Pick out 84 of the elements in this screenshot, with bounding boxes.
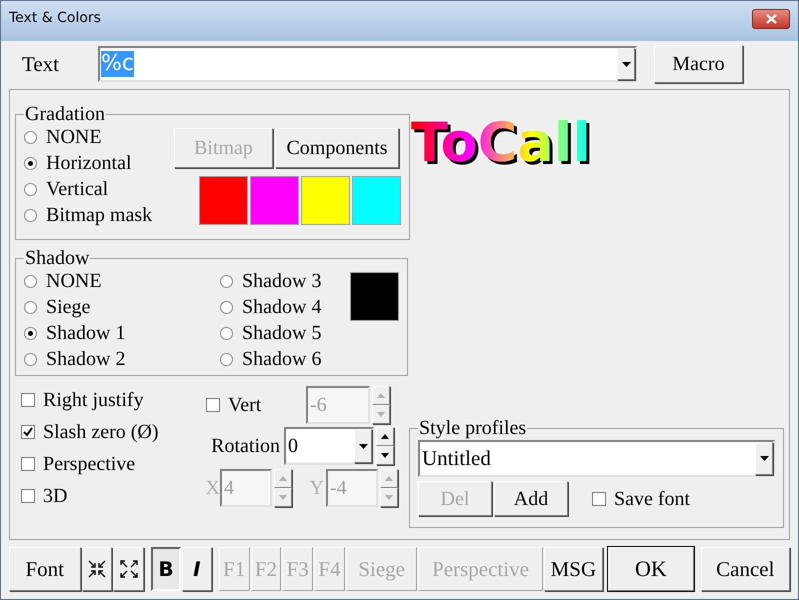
color-swatch[interactable] [301,176,350,225]
checkbox[interactable] [21,393,35,407]
radio-button[interactable] [24,130,37,144]
up-arrow-icon [381,434,389,439]
radio-label: Shadow 4 [242,297,322,317]
up-arrow-icon [377,393,385,398]
ok-button[interactable]: OK [608,547,694,591]
expand-button[interactable] [113,547,144,591]
text-value: %c [101,51,134,77]
radio-button[interactable] [24,182,37,196]
up-arrow-icon [385,476,393,481]
toolbar-button[interactable]: MSG [544,547,604,591]
group-title: Gradation [24,104,106,124]
y-label: Y [308,478,325,498]
text-label: Text [21,54,60,74]
dropdown-button[interactable] [755,442,773,475]
radio-button[interactable] [24,352,37,366]
profile-combobox[interactable]: Untitled [418,440,775,477]
toolbar-button[interactable]: Font [9,547,81,591]
dropdown-button[interactable] [617,48,635,80]
vert-label: Vert [228,395,262,415]
shadow-color-swatch[interactable] [350,272,399,321]
caret-icon [760,456,768,461]
text-combobox[interactable]: %c [98,46,637,82]
radio-button[interactable] [220,326,233,340]
checkbox[interactable] [592,492,606,506]
macro-button[interactable]: Macro [654,45,743,83]
spin-up-button[interactable] [376,427,394,446]
radio-button[interactable] [24,274,37,288]
spin-down-button[interactable] [376,446,394,465]
checkbox-label: Slash zero (Ø) [43,422,159,442]
radio-button[interactable] [220,300,233,314]
checkbox-label: Right justify [43,390,144,410]
radio-button[interactable] [220,274,233,288]
inward-arrows-icon [86,559,107,579]
italic-button[interactable]: I [182,547,212,591]
save-font-label: Save font [614,488,690,508]
radio-label: NONE [46,271,102,291]
close-icon [766,14,776,24]
toolbar-button[interactable]: Cancel [700,547,790,591]
down-arrow-icon [279,495,287,500]
group-title: Style profiles [418,418,528,438]
radio-button[interactable] [24,156,37,170]
color-swatch[interactable] [250,176,299,225]
outward-arrows-icon [118,559,139,579]
caret-icon [622,62,630,66]
radio-label: Vertical [46,179,108,199]
radio-label: Siege [46,297,90,317]
close-button[interactable] [752,9,790,29]
bold-button[interactable]: B [151,547,181,591]
down-arrow-icon [377,412,385,417]
radio-label: Shadow 2 [46,349,126,369]
radio-label: NONE [46,127,102,147]
radio-label: Shadow 6 [242,349,322,369]
group-title: Shadow [24,248,90,268]
check-icon [23,427,33,437]
profile-button[interactable]: Add [494,481,568,516]
gradation-button[interactable]: Components [275,128,399,168]
down-arrow-icon [381,453,389,458]
color-swatch[interactable] [352,176,401,225]
up-arrow-icon [279,476,287,481]
radio-label: Shadow 3 [242,271,322,291]
shrink-button[interactable] [82,547,112,591]
radio-button[interactable] [24,326,37,340]
checkbox[interactable] [21,425,35,439]
caret-icon [358,444,368,448]
checkbox-label: 3D [43,486,68,506]
color-swatch[interactable] [199,176,248,225]
radio-label: Bitmap mask [46,205,152,225]
checkbox[interactable] [21,489,35,503]
radio-label: Shadow 1 [46,323,126,343]
radio-label: Shadow 5 [242,323,322,343]
rotation-label: Rotation [210,436,281,456]
radio-button[interactable] [220,352,233,366]
rotation-combobox[interactable]: 0 [284,427,374,465]
down-arrow-icon [385,495,393,500]
checkbox-label: Perspective [43,454,136,474]
checkbox[interactable] [21,457,35,471]
radio-button[interactable] [24,300,37,314]
dropdown-button[interactable] [354,429,372,463]
x-label: X [204,478,220,498]
radio-button[interactable] [24,208,37,222]
radio-label: Horizontal [46,153,132,173]
window-title: Text & Colors [9,11,101,25]
